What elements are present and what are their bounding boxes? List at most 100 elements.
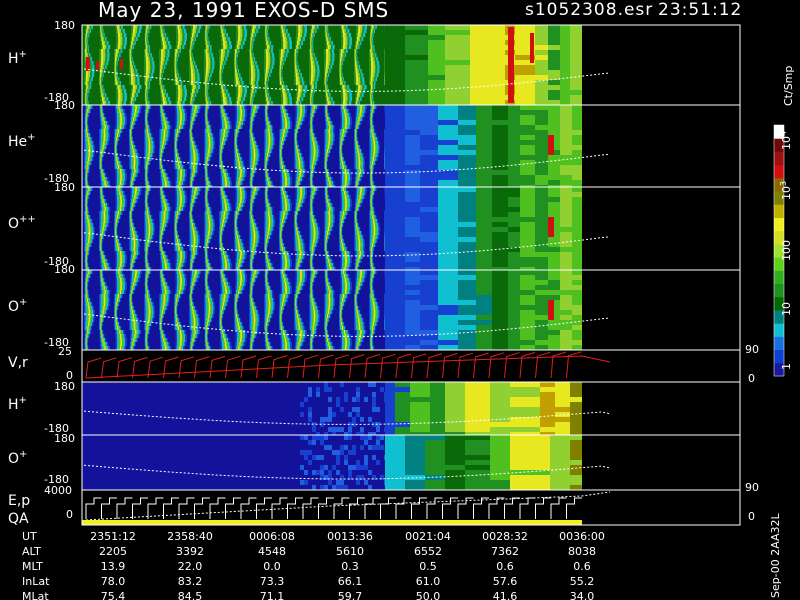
heatmap-cell — [327, 29, 329, 33]
heatmap-cell — [237, 141, 239, 145]
heatmap-cell — [195, 77, 198, 81]
heatmap-cell — [106, 101, 109, 105]
heatmap-cell — [343, 93, 346, 97]
heatmap-cell — [256, 109, 259, 113]
heatmap-cell — [324, 49, 327, 53]
heatmap-cell — [125, 177, 127, 181]
heatmap-cell — [219, 37, 222, 41]
heatmap-cell — [375, 65, 378, 69]
heatmap-cell — [211, 69, 214, 73]
heatmap-cell — [136, 117, 138, 121]
heatmap-cell — [252, 121, 254, 125]
heatmap-cell — [178, 93, 181, 97]
heatmap-cell — [255, 89, 257, 93]
heatmap-cell — [340, 89, 344, 93]
heatmap-cell — [168, 177, 170, 181]
heatmap-cell — [184, 33, 187, 37]
heatmap-cell — [222, 69, 224, 73]
heatmap-cell — [249, 81, 252, 85]
heatmap-cell — [358, 77, 361, 81]
heatmap-cell — [270, 61, 273, 65]
heatmap-cell — [212, 65, 215, 69]
heatmap-cell — [405, 75, 428, 80]
heatmap-cell — [339, 45, 342, 49]
heatmap-cell — [147, 97, 149, 101]
heatmap-cell — [405, 100, 428, 105]
heatmap-cell — [189, 73, 192, 77]
heatmap-cell — [183, 41, 187, 45]
heatmap-cell — [560, 50, 570, 55]
heatmap-cell — [272, 53, 275, 57]
heatmap-cell — [515, 95, 535, 100]
heatmap-cell — [144, 69, 147, 73]
heatmap-cell — [162, 57, 165, 61]
heatmap-cell — [301, 93, 304, 97]
heatmap-cell — [199, 153, 202, 157]
heatmap-cell — [284, 141, 286, 145]
heatmap-cell — [470, 100, 505, 105]
heatmap-cell — [221, 101, 224, 105]
heatmap-cell — [90, 73, 93, 77]
heatmap-cell — [179, 97, 183, 101]
heatmap-cell — [302, 33, 305, 37]
heatmap-cell — [162, 157, 164, 161]
heatmap-cell — [129, 77, 132, 81]
heatmap-cell — [373, 101, 375, 105]
heatmap-cell — [240, 89, 243, 93]
heatmap-cell — [214, 137, 217, 141]
heatmap-cell — [268, 57, 271, 61]
heatmap-cell — [535, 45, 548, 50]
heatmap-cell — [238, 53, 240, 57]
heatmap-cell — [294, 77, 297, 81]
heatmap-cell — [197, 145, 199, 149]
heatmap-cell — [169, 49, 173, 53]
heatmap-cell — [162, 41, 165, 45]
heatmap-cell — [255, 57, 257, 61]
heatmap-cell — [108, 125, 111, 129]
heatmap-cell — [316, 57, 319, 61]
heatmap-cell — [223, 45, 226, 49]
heatmap-cell — [147, 41, 149, 45]
heatmap-cell — [242, 157, 245, 161]
heatmap-cell — [102, 109, 104, 113]
heatmap-cell — [273, 65, 276, 69]
heatmap-cell — [207, 113, 209, 117]
heatmap-cell — [371, 61, 374, 65]
heatmap-cell — [269, 177, 271, 181]
heatmap-cell — [162, 97, 165, 101]
heatmap-cell — [148, 125, 150, 129]
heatmap-cell — [369, 69, 372, 73]
heatmap-cell — [328, 53, 331, 57]
heatmap-cell — [219, 101, 222, 105]
heatmap-cell — [328, 57, 331, 61]
heatmap-cell — [245, 169, 248, 173]
heatmap-cell — [255, 113, 257, 117]
heatmap-cell — [304, 33, 307, 37]
heatmap-cell — [101, 53, 104, 57]
heatmap-cell — [362, 85, 365, 89]
heatmap-cell — [121, 25, 124, 29]
heatmap-cell — [470, 35, 505, 40]
heatmap-cell — [239, 97, 242, 101]
heatmap-cell — [287, 45, 290, 49]
heatmap-cell — [184, 121, 187, 125]
heatmap-cell — [316, 25, 319, 29]
heatmap-cell — [253, 117, 255, 121]
heatmap-cell — [339, 49, 342, 53]
heatmap-cell — [222, 157, 224, 161]
heatmap-cell — [117, 141, 119, 145]
heatmap-cell — [515, 100, 535, 105]
heatmap-cell — [100, 61, 104, 65]
heatmap-cell — [364, 81, 368, 85]
heatmap-cell — [159, 57, 162, 61]
heatmap-cell — [279, 101, 282, 105]
heatmap-cell — [105, 49, 108, 53]
heatmap-cell — [282, 37, 286, 41]
heatmap-cell — [122, 129, 125, 133]
heatmap-cell — [175, 41, 179, 45]
heatmap-cell — [178, 33, 181, 37]
heatmap-cell — [348, 45, 352, 49]
heatmap-cell — [121, 89, 125, 93]
heatmap-cell — [208, 177, 210, 181]
heatmap-cell — [114, 45, 117, 49]
